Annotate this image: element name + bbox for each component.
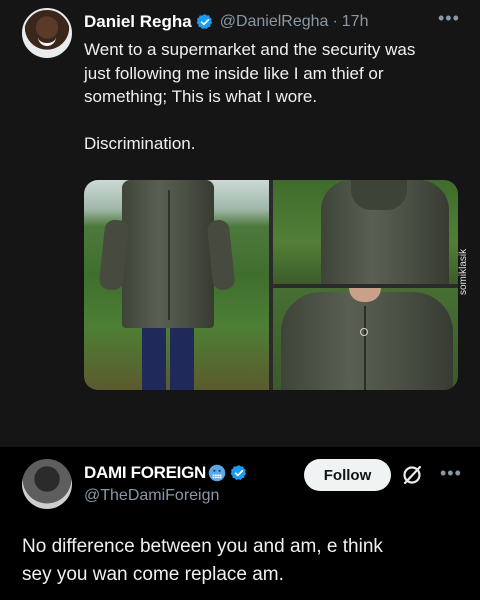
- tweet-header: DAMI FOREIGN: [84, 463, 248, 483]
- original-tweet[interactable]: Daniel Regha @DanielRegha · 17h ••• Went…: [0, 0, 480, 447]
- author-avatar[interactable]: [22, 8, 72, 58]
- reply-tweet[interactable]: DAMI FOREIGN @TheDamiForeign Follow ••• …: [0, 447, 480, 600]
- photo-upper-jacket[interactable]: [273, 180, 458, 284]
- tweet-time[interactable]: 17h: [342, 13, 369, 31]
- tweet-text-line: something; This is what I wore.: [84, 87, 318, 106]
- verified-badge-icon: [196, 14, 212, 30]
- follow-button[interactable]: Follow: [304, 459, 391, 491]
- separator-dot: ·: [332, 13, 338, 30]
- media-grid[interactable]: [84, 180, 458, 390]
- photo-jacket-closeup[interactable]: [273, 288, 458, 390]
- grok-icon[interactable]: [400, 463, 424, 487]
- more-icon[interactable]: •••: [438, 8, 460, 29]
- cold-face-emoji-icon: [208, 464, 226, 482]
- author-avatar[interactable]: [22, 459, 72, 509]
- tweet-text: Went to a supermarket and the security w…: [84, 38, 464, 156]
- watermark-text: somiklasik: [458, 248, 469, 295]
- tweet-text-line: Discrimination.: [84, 134, 196, 153]
- photo-full-outfit[interactable]: [84, 180, 269, 390]
- tweet-text-line: No difference between you and am, e thin…: [22, 536, 383, 557]
- author-handle[interactable]: @TheDamiForeign: [84, 487, 219, 505]
- author-handle[interactable]: @DanielRegha: [220, 13, 329, 31]
- tweet-header: Daniel Regha @DanielRegha · 17h: [84, 12, 368, 32]
- author-name[interactable]: Daniel Regha: [84, 12, 192, 32]
- more-icon[interactable]: •••: [440, 463, 462, 484]
- tweet-text-line: sey you wan come replace am.: [22, 564, 284, 585]
- verified-badge-icon: [230, 465, 247, 481]
- author-name[interactable]: DAMI FOREIGN: [84, 463, 206, 483]
- tweet-text: No difference between you and am, e thin…: [22, 533, 462, 589]
- tweet-text-line: Went to a supermarket and the security w…: [84, 40, 416, 59]
- tweet-text-line: just following me inside like I am thief…: [84, 63, 384, 83]
